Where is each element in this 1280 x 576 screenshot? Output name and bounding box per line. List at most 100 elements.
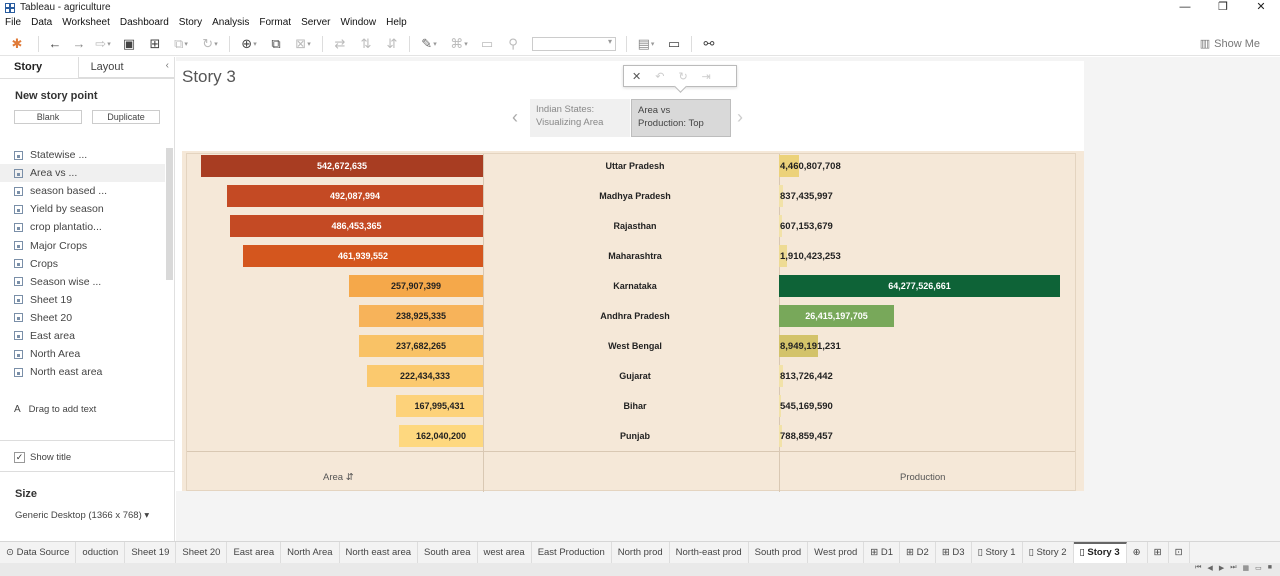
tab-sheet[interactable]: East Production bbox=[532, 541, 612, 564]
menu-format[interactable]: Format bbox=[254, 15, 296, 31]
new-worksheet-icon[interactable]: ⊕ ▾ bbox=[234, 35, 264, 53]
undo-story-point-icon[interactable]: ↶ bbox=[655, 70, 664, 83]
tab-story[interactable]: Story bbox=[0, 57, 78, 78]
tab-story-active[interactable]: ▯ Story 3 bbox=[1073, 541, 1127, 564]
labels-icon[interactable]: ▭ bbox=[474, 35, 500, 53]
next-tab-icon[interactable]: ▶ bbox=[1219, 564, 1224, 572]
tab-sheet[interactable]: West prod bbox=[808, 541, 865, 564]
menu-story[interactable]: Story bbox=[174, 15, 207, 31]
area-bar[interactable]: 257,907,399 bbox=[349, 275, 483, 297]
fit-dropdown[interactable] bbox=[532, 36, 616, 51]
blank-button[interactable]: Blank bbox=[14, 110, 82, 124]
menu-help[interactable]: Help bbox=[381, 15, 412, 31]
tab-sheet[interactable]: South area bbox=[418, 541, 478, 564]
revert-story-point-icon[interactable]: ↻ bbox=[678, 70, 687, 83]
show-title-checkbox[interactable]: ✓ bbox=[14, 452, 25, 463]
area-bar[interactable]: 167,995,431 bbox=[396, 395, 483, 417]
menu-worksheet[interactable]: Worksheet bbox=[57, 15, 115, 31]
new-data-source-icon[interactable]: ⊞ bbox=[143, 35, 167, 53]
menu-data[interactable]: Data bbox=[26, 15, 57, 31]
undo-icon[interactable]: ← bbox=[43, 35, 67, 53]
tab-sheet[interactable]: oduction bbox=[76, 541, 126, 564]
menu-analysis[interactable]: Analysis bbox=[207, 15, 254, 31]
area-bar[interactable]: 542,672,635 bbox=[201, 155, 483, 177]
presentation-mode-icon[interactable]: ▭ bbox=[661, 35, 687, 53]
new-story-tab-icon[interactable]: ⊡ bbox=[1169, 541, 1190, 564]
save-icon[interactable]: ▣ bbox=[115, 35, 143, 53]
sheet-item[interactable]: Yield by season bbox=[0, 200, 165, 218]
filmstrip-icon[interactable]: ▭ bbox=[1255, 564, 1262, 572]
tab-sheet[interactable]: North prod bbox=[612, 541, 670, 564]
area-bar[interactable]: 492,087,994 bbox=[227, 185, 483, 207]
production-bar[interactable]: 26,415,197,705 bbox=[779, 305, 894, 327]
area-axis-title[interactable]: Area ⇵ bbox=[323, 472, 354, 483]
show-me-button[interactable]: ▥ Show Me bbox=[1200, 37, 1260, 51]
production-bar[interactable]: 64,277,526,661 bbox=[779, 275, 1060, 297]
card-icon[interactable]: ▤ ▾ bbox=[631, 35, 661, 53]
sheet-item[interactable]: Statewise ... bbox=[0, 146, 165, 164]
collapse-pane-icon[interactable]: ‹ bbox=[166, 60, 169, 71]
story-title[interactable]: Story 3 bbox=[182, 67, 236, 87]
size-dropdown[interactable]: Generic Desktop (1366 x 768) ▾ bbox=[15, 510, 149, 521]
area-bar[interactable]: 238,925,335 bbox=[359, 305, 483, 327]
sheet-item[interactable]: Sheet 20 bbox=[0, 309, 165, 327]
swap-icon[interactable]: ⇄ bbox=[327, 35, 353, 53]
sheet-item[interactable]: season based ... bbox=[0, 182, 165, 200]
duplicate-button[interactable]: Duplicate bbox=[92, 110, 160, 124]
area-bar[interactable]: 162,040,200 bbox=[399, 425, 483, 447]
menu-window[interactable]: Window bbox=[336, 15, 382, 31]
tab-layout[interactable]: Layout ‹ bbox=[77, 57, 174, 78]
tab-sheet[interactable]: North Area bbox=[281, 541, 340, 564]
tab-story[interactable]: ▯ Story 1 bbox=[972, 541, 1023, 564]
sheet-item[interactable]: North east area bbox=[0, 363, 165, 381]
highlight-icon[interactable]: ✎ ▾ bbox=[414, 35, 444, 53]
previous-story-point-icon[interactable]: ‹ bbox=[512, 107, 518, 128]
sort-ascending-icon[interactable]: ⇅ bbox=[353, 35, 379, 53]
new-dashboard-tab-icon[interactable]: ⊞ bbox=[1148, 541, 1169, 564]
tab-sheet[interactable]: East area bbox=[227, 541, 282, 564]
new-worksheet-tab-icon[interactable]: ⊕ bbox=[1127, 541, 1148, 564]
minimize-button[interactable]: — bbox=[1166, 0, 1204, 15]
first-tab-icon[interactable]: ⏮ bbox=[1195, 564, 1201, 572]
tab-sheet[interactable]: North east area bbox=[340, 541, 419, 564]
tab-sheet[interactable]: North-east prod bbox=[670, 541, 749, 564]
sheet-item[interactable]: North Area bbox=[0, 345, 165, 363]
delete-story-point-icon[interactable]: ✕ bbox=[632, 70, 641, 83]
pause-updates-icon[interactable]: ⧉ ▾ bbox=[167, 35, 195, 53]
redo-icon[interactable]: → bbox=[67, 35, 91, 53]
area-bar[interactable]: 486,453,365 bbox=[230, 215, 483, 237]
last-tab-icon[interactable]: ⏭ bbox=[1230, 564, 1236, 572]
sheet-item[interactable]: Crops bbox=[0, 255, 165, 273]
sheet-sorter-icon[interactable]: ▦ bbox=[1243, 564, 1250, 572]
clear-sheet-icon[interactable]: ⊠ ▾ bbox=[288, 35, 318, 53]
area-bar[interactable]: 237,682,265 bbox=[359, 335, 483, 357]
area-bar[interactable]: 461,939,552 bbox=[243, 245, 483, 267]
close-button[interactable]: ✕ bbox=[1242, 0, 1280, 15]
story-point-caption[interactable]: Indian States: Visualizing Area bbox=[530, 99, 630, 137]
duplicate-sheet-icon[interactable]: ⧉ bbox=[264, 35, 288, 53]
drag-text-object[interactable]: A Drag to add text bbox=[14, 404, 96, 415]
tab-sheet[interactable]: west area bbox=[478, 541, 532, 564]
sort-icon[interactable]: ⇵ bbox=[346, 472, 354, 483]
tabs-view-icon[interactable]: ■ bbox=[1268, 564, 1272, 572]
sheet-item[interactable]: East area bbox=[0, 327, 165, 345]
pin-icon[interactable]: ⚲ bbox=[500, 35, 526, 53]
tab-sheet[interactable]: South prod bbox=[749, 541, 809, 564]
tab-dashboard[interactable]: ⊞ D3 bbox=[936, 541, 972, 564]
menu-dashboard[interactable]: Dashboard bbox=[115, 15, 174, 31]
sheet-list-scrollbar[interactable] bbox=[166, 148, 173, 280]
tab-story[interactable]: ▯ Story 2 bbox=[1023, 541, 1074, 564]
show-title-option[interactable]: ✓ Show title bbox=[14, 452, 71, 463]
sheet-item[interactable]: Major Crops bbox=[0, 236, 165, 254]
area-bar[interactable]: 222,434,333 bbox=[367, 365, 483, 387]
restore-button[interactable]: ❐ bbox=[1204, 0, 1242, 15]
menu-file[interactable]: File bbox=[0, 15, 26, 31]
update-story-point-icon[interactable]: ⇥ bbox=[702, 70, 711, 83]
share-icon[interactable]: ⚯ bbox=[696, 35, 722, 53]
sheet-item[interactable]: Area vs ... bbox=[0, 164, 165, 183]
refresh-icon[interactable]: ↻ ▾ bbox=[195, 35, 225, 53]
sheet-item[interactable]: Sheet 19 bbox=[0, 291, 165, 309]
tab-sheet[interactable]: Sheet 20 bbox=[176, 541, 228, 564]
prev-tab-icon[interactable]: ◀ bbox=[1207, 564, 1212, 572]
group-icon[interactable]: ⌘ ▾ bbox=[444, 35, 474, 53]
